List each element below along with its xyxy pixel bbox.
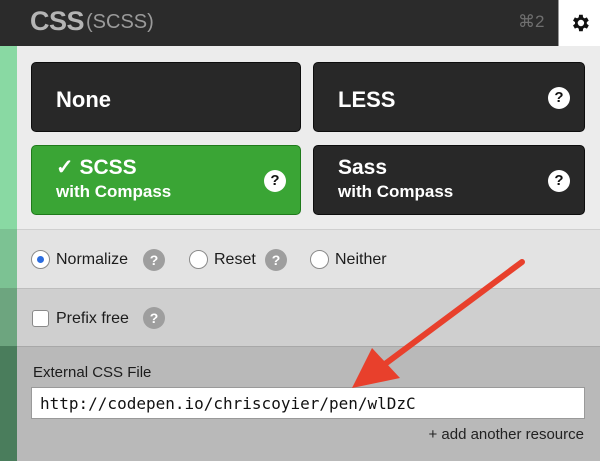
panel-header: CSS (SCSS) ⌘2 (0, 0, 600, 46)
panel-subtitle: (SCSS) (86, 11, 154, 33)
less-label: LESS (338, 87, 396, 112)
neither-radio[interactable] (310, 250, 329, 269)
accent-stripe (0, 229, 17, 288)
panel-title: CSS (30, 6, 85, 36)
sass-subtitle: with Compass (338, 182, 454, 201)
help-icon[interactable]: ? (143, 249, 165, 271)
sass-label: Sass with Compass (338, 156, 453, 204)
help-icon[interactable]: ? (143, 307, 165, 329)
accent-stripe (0, 346, 17, 461)
help-icon[interactable]: ? (264, 170, 286, 192)
neither-label[interactable]: Neither (335, 251, 387, 269)
reset-radio[interactable] (189, 250, 208, 269)
scss-title: SCSS (79, 156, 137, 179)
sass-button[interactable]: Sass with Compass ? (313, 145, 585, 215)
sass-title: Sass (338, 156, 388, 179)
prefix-free-checkbox[interactable] (32, 310, 49, 327)
scss-label: ✓ SCSS with Compass (56, 156, 171, 204)
none-label: None (56, 87, 111, 112)
help-icon[interactable]: ? (265, 249, 287, 271)
prefix-free-label[interactable]: Prefix free (56, 310, 129, 328)
accent-stripe (0, 288, 17, 346)
gear-icon (573, 14, 589, 32)
none-button[interactable]: None (31, 62, 301, 132)
settings-button[interactable] (558, 0, 600, 46)
reset-label[interactable]: Reset (214, 251, 256, 269)
accent-stripe (0, 46, 17, 229)
less-button[interactable]: LESS ? (313, 62, 585, 132)
help-icon[interactable]: ? (548, 170, 570, 192)
external-css-label: External CSS File (33, 364, 152, 381)
check-icon: ✓ (56, 156, 74, 179)
scss-subtitle: with Compass (56, 182, 172, 201)
scss-button[interactable]: ✓ SCSS with Compass ? (31, 145, 301, 215)
external-css-input[interactable]: http://codepen.io/chriscoyier/pen/wlDzC (31, 387, 585, 419)
help-icon[interactable]: ? (548, 87, 570, 109)
normalize-radio[interactable] (31, 250, 50, 269)
keyboard-shortcut: ⌘2 (518, 12, 545, 31)
add-resource-link[interactable]: + add another resource (428, 426, 584, 443)
normalize-label[interactable]: Normalize (56, 251, 128, 269)
